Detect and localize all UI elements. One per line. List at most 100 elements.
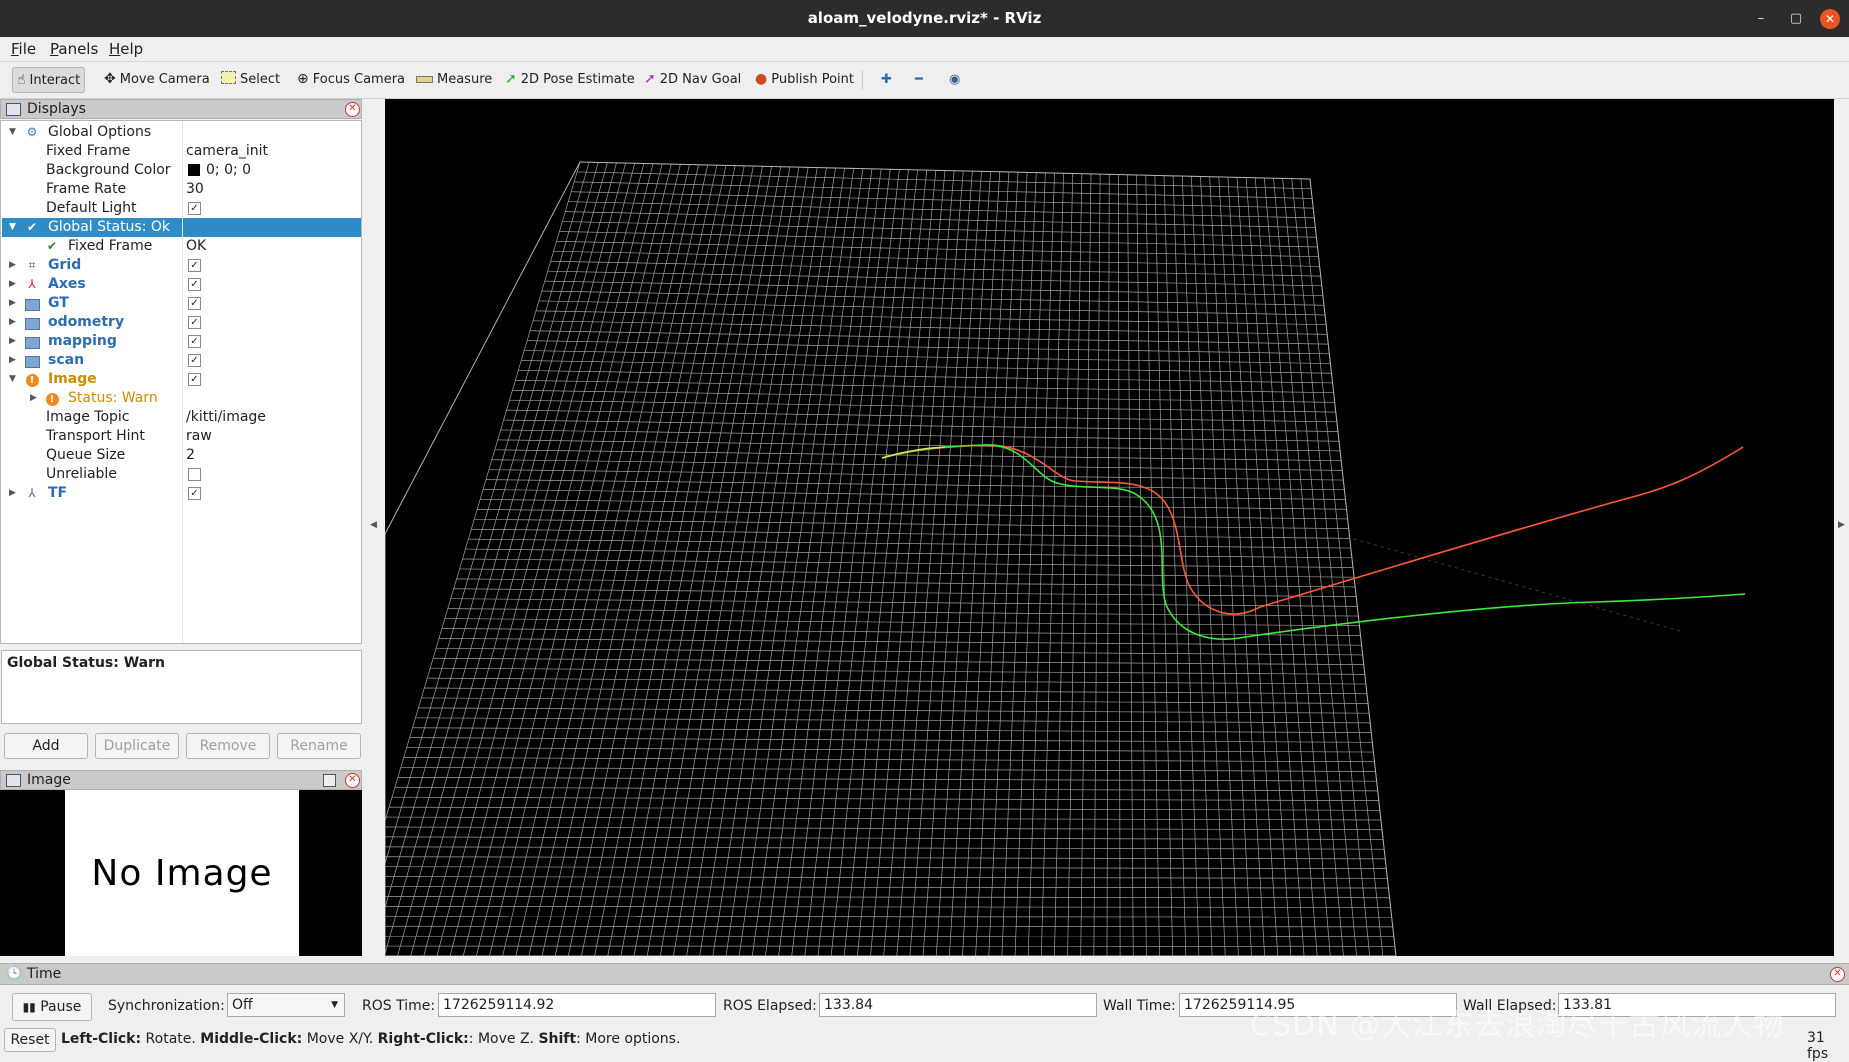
tool-move-camera-label: Move Camera [120,72,210,87]
sync-select[interactable]: Off ▼ [227,993,345,1017]
check-icon: ✔ [45,239,59,253]
close-icon[interactable]: ✕ [1830,967,1845,982]
tool-interact[interactable]: ☝ Interact [12,67,85,93]
menu-bar: File Panels Help [0,37,1849,62]
displays-panel-title: Displays [27,101,86,117]
select-icon [221,71,236,87]
viewport-left-gutter[interactable]: ◀ [364,99,385,956]
collapse-left-icon[interactable]: ◀ [370,520,377,530]
add-tool-icon[interactable]: ✚ [877,67,896,91]
remove-tool-icon[interactable]: ━ [911,67,927,91]
display-status-box: Global Status: Warn [1,650,362,724]
collapsed-arrow-icon[interactable]: ▶ [9,351,16,370]
tree-row-label: odometry [48,313,124,332]
tree-row-label: GT [48,294,69,313]
pause-button[interactable]: ▮▮ Pause [12,993,92,1021]
collapsed-arrow-icon[interactable]: ▶ [30,389,37,408]
rename-button[interactable]: Rename [277,733,361,759]
tf-checkbox[interactable]: ✓ [188,487,201,500]
duplicate-button[interactable]: Duplicate [95,733,179,759]
cursor-icon: ☝ [17,73,26,87]
float-icon[interactable] [323,774,336,787]
default-light-checkbox[interactable]: ✓ [188,202,201,215]
tree-row-label: Status: Warn [68,389,158,408]
fixed-frame-value[interactable]: camera_init [186,142,268,161]
transport-hint-value[interactable]: raw [186,427,212,446]
tool-bar: ☝ Interact ✥ Move Camera Select ⊕Focus Cam… [0,62,1849,99]
grid-line [385,916,1392,917]
expand-arrow-icon[interactable]: ▼ [9,218,16,237]
color-swatch[interactable] [188,164,200,176]
tree-row-label: Transport Hint [46,427,145,446]
frame-rate-value[interactable]: 30 [186,180,204,199]
background-color-value[interactable]: 0; 0; 0 [206,161,251,180]
tool-2d-nav-goal[interactable]: ➚2D Nav Goal [640,67,745,91]
image-checkbox[interactable]: ✓ [188,373,201,386]
folder-icon [25,334,39,348]
tree-row-label: Queue Size [46,446,125,465]
grid-checkbox[interactable]: ✓ [188,259,201,272]
viewport-right-gutter[interactable]: ▶ [1834,99,1849,956]
tool-interact-label: Interact [30,73,81,88]
collapsed-arrow-icon[interactable]: ▶ [9,256,16,275]
column-divider[interactable] [182,121,183,643]
scan-checkbox[interactable]: ✓ [188,354,201,367]
grid-line [385,926,1393,927]
tree-row-label: mapping [48,332,117,351]
menu-file-mnemonic: F [11,40,19,58]
tool-focus-camera[interactable]: ⊕Focus Camera [293,67,409,91]
collapsed-arrow-icon[interactable]: ▶ [9,332,16,351]
collapse-right-icon[interactable]: ▶ [1838,520,1845,530]
menu-help[interactable]: Help [109,40,143,58]
warning-icon: ! [25,372,39,386]
displays-panel-header: Displays ✕ [0,99,362,119]
tree-row-label: Default Light [46,199,137,218]
mapping-checkbox[interactable]: ✓ [188,335,201,348]
add-button[interactable]: Add [4,733,88,759]
tree-row-label: Fixed Frame [68,237,152,256]
expand-arrow-icon[interactable]: ▼ [9,370,16,389]
expand-arrow-icon[interactable]: ▼ [9,123,16,142]
gt-checkbox[interactable]: ✓ [188,297,201,310]
tool-move-camera[interactable]: ✥ Move Camera [100,67,214,91]
menu-panels[interactable]: Panels [50,40,98,58]
collapsed-arrow-icon[interactable]: ▶ [9,294,16,313]
unreliable-checkbox[interactable] [188,468,201,481]
image-topic-value[interactable]: /kitti/image [186,408,266,427]
eye-icon[interactable]: ◉ [945,67,964,91]
collapsed-arrow-icon[interactable]: ▶ [9,275,16,294]
tree-row-label: Image [48,370,97,389]
close-icon[interactable]: ✕ [345,773,360,788]
folder-icon [25,315,39,329]
tree-row-label: Image Topic [46,408,130,427]
tree-row-label: Unreliable [46,465,117,484]
close-icon[interactable]: ✕ [345,102,360,117]
menu-file[interactable]: File [11,40,36,58]
scene-svg [385,99,1834,956]
watermark: CSDN @大江东去浪淘尽千古风流人物 [1250,1000,1784,1044]
tool-2d-pose-estimate[interactable]: ➚2D Pose Estimate [501,67,639,91]
hint-left-click-desc: Rotate. [141,1031,200,1047]
tool-publish-point-label: Publish Point [771,72,854,87]
queue-size-value[interactable]: 2 [186,446,195,465]
collapsed-arrow-icon[interactable]: ▶ [9,313,16,332]
close-icon[interactable]: ✕ [1820,9,1840,29]
reset-button[interactable]: Reset [4,1028,56,1052]
tree-row-label: Background Color [46,161,171,180]
maximize-icon[interactable]: ▢ [1786,9,1806,29]
move-icon: ✥ [104,72,116,86]
grid-line [385,837,1383,840]
render-viewport[interactable] [385,99,1834,956]
tree-row-label: scan [48,351,84,370]
collapsed-arrow-icon[interactable]: ▶ [9,484,16,503]
tool-measure[interactable]: Measure [412,67,496,91]
odometry-checkbox[interactable]: ✓ [188,316,201,329]
tool-select[interactable]: Select [217,67,284,91]
tool-publish-point[interactable]: ●Publish Point [751,67,858,91]
ros-time-field[interactable]: 1726259114.92 [438,993,716,1017]
remove-button[interactable]: Remove [186,733,270,759]
ros-elapsed-field[interactable]: 133.84 [819,993,1097,1017]
minimize-icon[interactable]: – [1751,9,1771,29]
axes-checkbox[interactable]: ✓ [188,278,201,291]
menu-help-mnemonic: H [109,40,120,58]
